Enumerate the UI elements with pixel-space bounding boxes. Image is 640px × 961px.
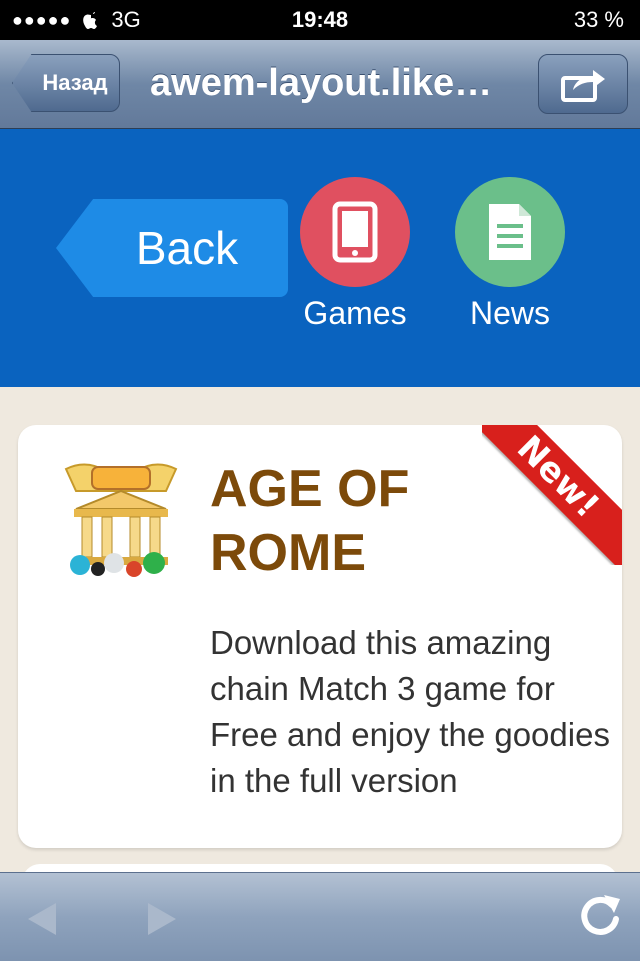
app-back-button[interactable]: Back (56, 199, 288, 297)
back-arrow-icon (28, 903, 56, 935)
games-circle[interactable] (300, 177, 410, 287)
browser-toolbar (0, 872, 640, 961)
forward-arrow-button[interactable] (140, 897, 184, 941)
reload-icon (581, 895, 620, 935)
game-title[interactable]: AGE OF ROME (210, 457, 490, 585)
share-button[interactable] (538, 54, 628, 114)
app-header: Back Games News (0, 129, 640, 387)
games-label[interactable]: Games (285, 295, 425, 332)
document-icon (489, 204, 531, 260)
game-card[interactable]: AGE OF ROME Download this amazing chain … (18, 425, 622, 848)
battery-level: 33 % (573, 7, 624, 32)
news-circle[interactable] (455, 177, 565, 287)
share-icon (561, 70, 605, 102)
status-bar: ●●●●● 3G 19:48 33 % (0, 0, 640, 40)
reload-button[interactable] (578, 893, 622, 937)
new-badge-label: New! (482, 425, 622, 565)
news-nav-item[interactable]: News (440, 177, 580, 332)
browser-back-button[interactable]: Назад (12, 54, 120, 112)
forward-arrow-icon (148, 903, 176, 935)
age-of-rome-icon[interactable] (56, 451, 186, 581)
tablet-icon (332, 201, 378, 263)
news-label[interactable]: News (440, 295, 580, 332)
game-description: Download this amazing chain Match 3 game… (210, 624, 610, 799)
browser-nav-bar: Назад awem-layout.like… (0, 40, 640, 129)
new-badge: New! (482, 425, 622, 565)
back-arrow-button[interactable] (20, 897, 64, 941)
games-nav-item[interactable]: Games (285, 177, 425, 332)
page-url-title: awem-layout.like… (150, 62, 493, 104)
clock: 19:48 (291, 7, 349, 32)
